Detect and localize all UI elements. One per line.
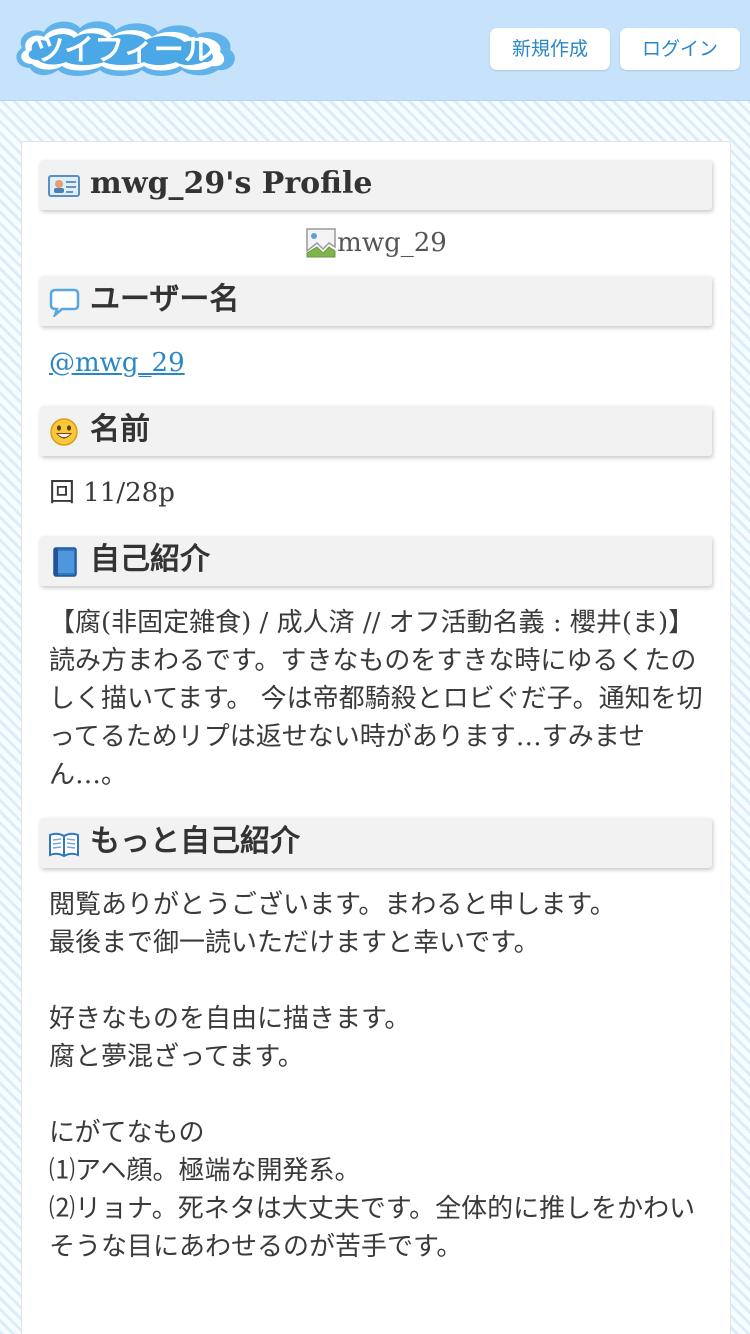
avatar: mwg_29 bbox=[305, 226, 447, 260]
profile-title-heading: mwg_29's Profile bbox=[40, 160, 712, 210]
site-logo[interactable]: ツイフィール bbox=[12, 16, 238, 82]
svg-text:ツイフィール: ツイフィール bbox=[34, 33, 213, 68]
speech-bubble-icon bbox=[48, 287, 80, 319]
broken-image-icon bbox=[305, 227, 337, 259]
bio-heading: 自己紹介 bbox=[40, 536, 712, 586]
new-profile-button[interactable]: 新規作成 bbox=[490, 28, 610, 70]
name-value: 回 11/28p bbox=[49, 478, 175, 508]
smile-face-icon bbox=[48, 417, 80, 447]
login-button[interactable]: ログイン bbox=[620, 28, 740, 70]
more-bio-text: 閲覧ありがとうございます。まわると申します。 最後まで御一読いただけますと幸いで… bbox=[49, 890, 696, 1262]
profile-card-icon bbox=[48, 171, 80, 201]
username-heading: ユーザー名 bbox=[40, 276, 712, 326]
more-bio-heading-label: もっと自己紹介 bbox=[90, 824, 300, 859]
top-bar: ツイフィール 新規作成 ログイン bbox=[0, 0, 750, 101]
blue-book-icon bbox=[48, 547, 80, 577]
bio-text: 【腐(非固定雑食) / 成人済 // オフ活動名義 : 櫻井(ま)】読み方まわる… bbox=[49, 608, 703, 790]
name-heading: 名前 bbox=[40, 406, 712, 456]
logo-cloud-icon: ツイフィール bbox=[16, 21, 235, 77]
bio-heading-label: 自己紹介 bbox=[90, 542, 210, 577]
open-book-icon bbox=[48, 829, 80, 859]
username-link[interactable]: @mwg_29 bbox=[49, 348, 185, 378]
username-value: @mwg_29 bbox=[49, 344, 709, 382]
profile-title: mwg_29's Profile bbox=[90, 166, 373, 201]
avatar-alt-text: mwg_29 bbox=[337, 228, 447, 258]
profile-card: mwg_29's Profile mwg_29 ユーザー名 @mwg_29 名前… bbox=[21, 141, 731, 1334]
name-heading-label: 名前 bbox=[90, 412, 150, 447]
username-heading-label: ユーザー名 bbox=[90, 282, 240, 317]
avatar-row: mwg_29 bbox=[22, 226, 730, 260]
more-bio-heading: もっと自己紹介 bbox=[40, 818, 712, 868]
